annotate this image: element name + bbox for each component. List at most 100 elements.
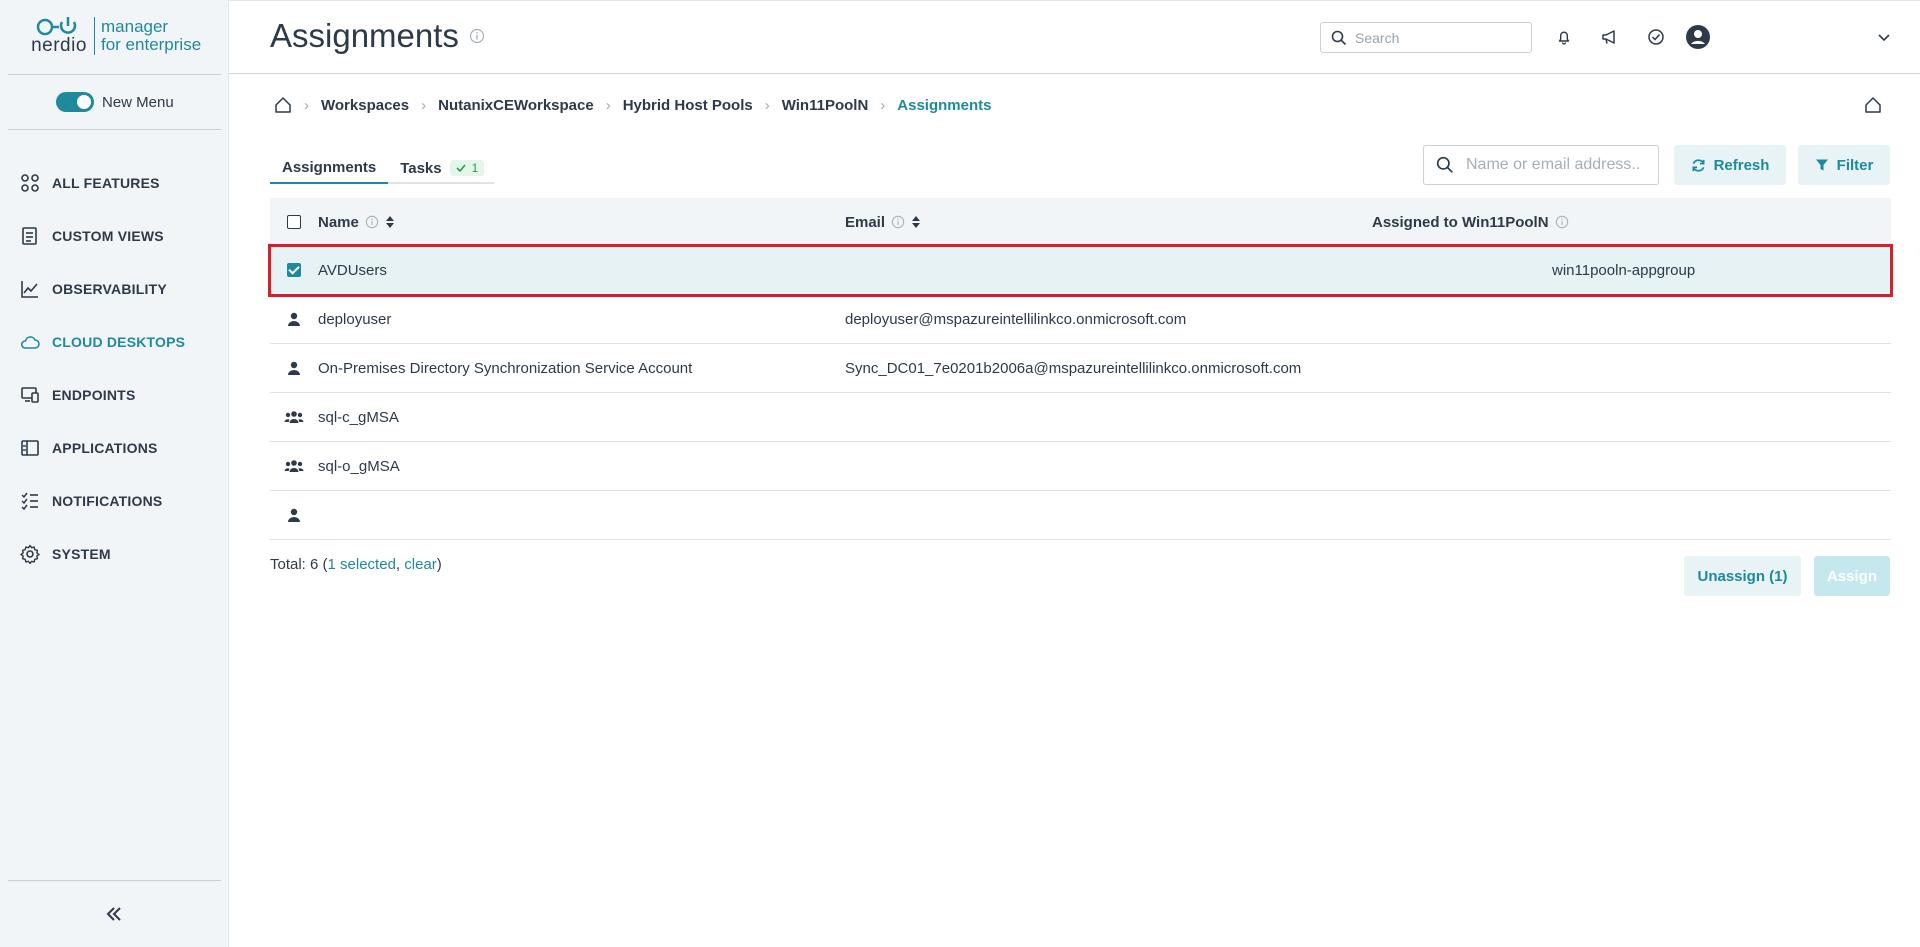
tasks-status-button[interactable]: [1645, 26, 1667, 48]
tasks-count-badge: 1: [449, 160, 485, 176]
sidebar: nerdio manager for enterprise New Menu A…: [0, 0, 229, 947]
row-select-cell: [270, 263, 318, 277]
home-shortcut-button[interactable]: [1864, 96, 1882, 119]
sidebar-item-system[interactable]: SYSTEM: [0, 527, 229, 580]
column-header-email[interactable]: Email: [845, 214, 1372, 231]
name-email-search[interactable]: [1423, 145, 1659, 185]
nerdio-logo[interactable]: nerdio manager for enterprise: [30, 16, 205, 56]
assignments-table: Name Email Assigned to Win11PoolN AVDUse…: [268, 198, 1893, 540]
table-row[interactable]: On-Premises Directory Synchronization Se…: [270, 344, 1891, 393]
selected-count-link[interactable]: 1 selected: [328, 556, 396, 573]
new-menu-toggle[interactable]: [56, 92, 94, 112]
sort-icon[interactable]: [911, 215, 921, 229]
row-checkbox-checked[interactable]: [287, 263, 301, 277]
check-icon: [456, 164, 466, 173]
name-email-search-input[interactable]: [1466, 156, 1656, 174]
column-header-label: Email: [845, 213, 886, 231]
avatar-icon: [1686, 25, 1710, 49]
sidebar-item-observability[interactable]: OBSERVABILITY: [0, 262, 229, 315]
clear-selection-link[interactable]: clear: [404, 556, 437, 573]
assign-button[interactable]: Assign: [1814, 556, 1890, 596]
sidebar-item-label: OBSERVABILITY: [52, 280, 167, 297]
row-name: deployuser: [318, 310, 392, 328]
table-header: Name Email Assigned to Win11PoolN: [270, 198, 1891, 246]
search-icon: [1436, 156, 1453, 173]
table-row[interactable]: [270, 491, 1891, 540]
sidebar-item-endpoints[interactable]: ENDPOINTS: [0, 368, 229, 421]
row-name: sql-c_gMSA: [318, 408, 399, 426]
tab-assignments[interactable]: Assignments: [270, 152, 389, 184]
column-header-name[interactable]: Name: [318, 214, 845, 231]
breadcrumb-current: Assignments: [897, 96, 992, 114]
table-row[interactable]: sql-o_gMSA: [270, 442, 1891, 491]
tab-label: Tasks: [400, 159, 442, 177]
info-icon[interactable]: [891, 215, 905, 229]
sidebar-item-applications[interactable]: APPLICATIONS: [0, 421, 229, 474]
logo-mark: nerdio: [30, 16, 88, 56]
sort-icon[interactable]: [385, 215, 395, 229]
sidebar-item-all-features[interactable]: ALL FEATURES: [0, 156, 229, 209]
row-type-cell: [270, 507, 318, 523]
sidebar-item-label: ENDPOINTS: [52, 386, 136, 403]
home-icon: [1865, 97, 1881, 113]
tab-tasks[interactable]: Tasks 1: [388, 152, 496, 184]
new-menu-label: New Menu: [102, 93, 174, 111]
sidebar-item-label: NOTIFICATIONS: [52, 492, 163, 509]
account-menu-dropdown[interactable]: [1873, 26, 1895, 48]
info-icon[interactable]: [1555, 215, 1569, 229]
sidebar-item-custom-views[interactable]: CUSTOM VIEWS: [0, 209, 229, 262]
home-icon[interactable]: [274, 96, 292, 114]
tasks-count: 1: [471, 161, 479, 175]
checklist-icon: [21, 492, 38, 510]
group-icon: [284, 411, 304, 423]
megaphone-icon: [1602, 30, 1615, 44]
nerdio-logo-icon: [36, 17, 77, 36]
devices-icon: [21, 386, 39, 403]
row-email: deployuser@mspazureintellilinkco.onmicro…: [845, 310, 1187, 328]
sidebar-item-label: SYSTEM: [52, 545, 111, 562]
total-prefix: Total: 6 (: [270, 556, 328, 573]
sidebar-item-notifications[interactable]: NOTIFICATIONS: [0, 474, 229, 527]
refresh-button[interactable]: Refresh: [1674, 145, 1786, 185]
breadcrumb-separator: ›: [605, 96, 611, 114]
info-icon[interactable]: [469, 28, 485, 44]
breadcrumb-host-pool[interactable]: Win11PoolN: [782, 97, 869, 114]
row-type-cell: [270, 409, 318, 425]
group-icon: [284, 460, 304, 472]
table-row[interactable]: deployuser deployuser@mspazureintellilin…: [270, 295, 1891, 344]
select-all-cell: [270, 215, 318, 229]
unassign-button[interactable]: Unassign (1): [1684, 556, 1801, 596]
breadcrumb: › Workspaces › NutanixCEWorkspace › Hybr…: [274, 96, 991, 114]
sidebar-divider: [8, 880, 221, 881]
user-icon: [288, 312, 300, 326]
breadcrumb-workspace[interactable]: NutanixCEWorkspace: [438, 97, 594, 114]
global-search[interactable]: [1320, 22, 1532, 53]
select-all-checkbox[interactable]: [287, 215, 301, 229]
check-circle-icon: [1648, 29, 1664, 45]
breadcrumb-workspaces[interactable]: Workspaces: [321, 97, 409, 114]
filter-label: Filter: [1836, 156, 1874, 174]
table-row[interactable]: AVDUsers win11pooln-appgroup: [268, 244, 1893, 297]
table-row[interactable]: sql-c_gMSA: [270, 393, 1891, 442]
row-type-cell: [270, 311, 318, 327]
notifications-bell-button[interactable]: [1553, 26, 1575, 48]
cloud-icon: [20, 335, 40, 349]
filter-button[interactable]: Filter: [1798, 145, 1890, 185]
user-icon: [288, 508, 300, 522]
info-icon[interactable]: [365, 215, 379, 229]
announcements-button[interactable]: [1599, 26, 1621, 48]
grid-icon: [21, 173, 39, 192]
logo-line-2: for enterprise: [101, 35, 202, 54]
collapse-sidebar-button[interactable]: [100, 900, 128, 928]
row-assigned-value: win11pooln-appgroup: [1552, 261, 1696, 279]
sidebar-item-cloud-desktops[interactable]: CLOUD DESKTOPS: [0, 315, 229, 368]
sidebar-item-label: CUSTOM VIEWS: [52, 227, 164, 244]
global-search-input[interactable]: [1355, 29, 1515, 46]
chevron-down-icon: [1878, 34, 1890, 42]
logo-text: manager for enterprise: [101, 18, 201, 54]
page-title-text: Assignments: [270, 17, 459, 54]
user-avatar-button[interactable]: [1685, 24, 1711, 50]
gear-icon: [20, 544, 40, 564]
breadcrumb-hybrid-host-pools[interactable]: Hybrid Host Pools: [623, 97, 753, 114]
top-bar: Assignments: [229, 0, 1920, 74]
